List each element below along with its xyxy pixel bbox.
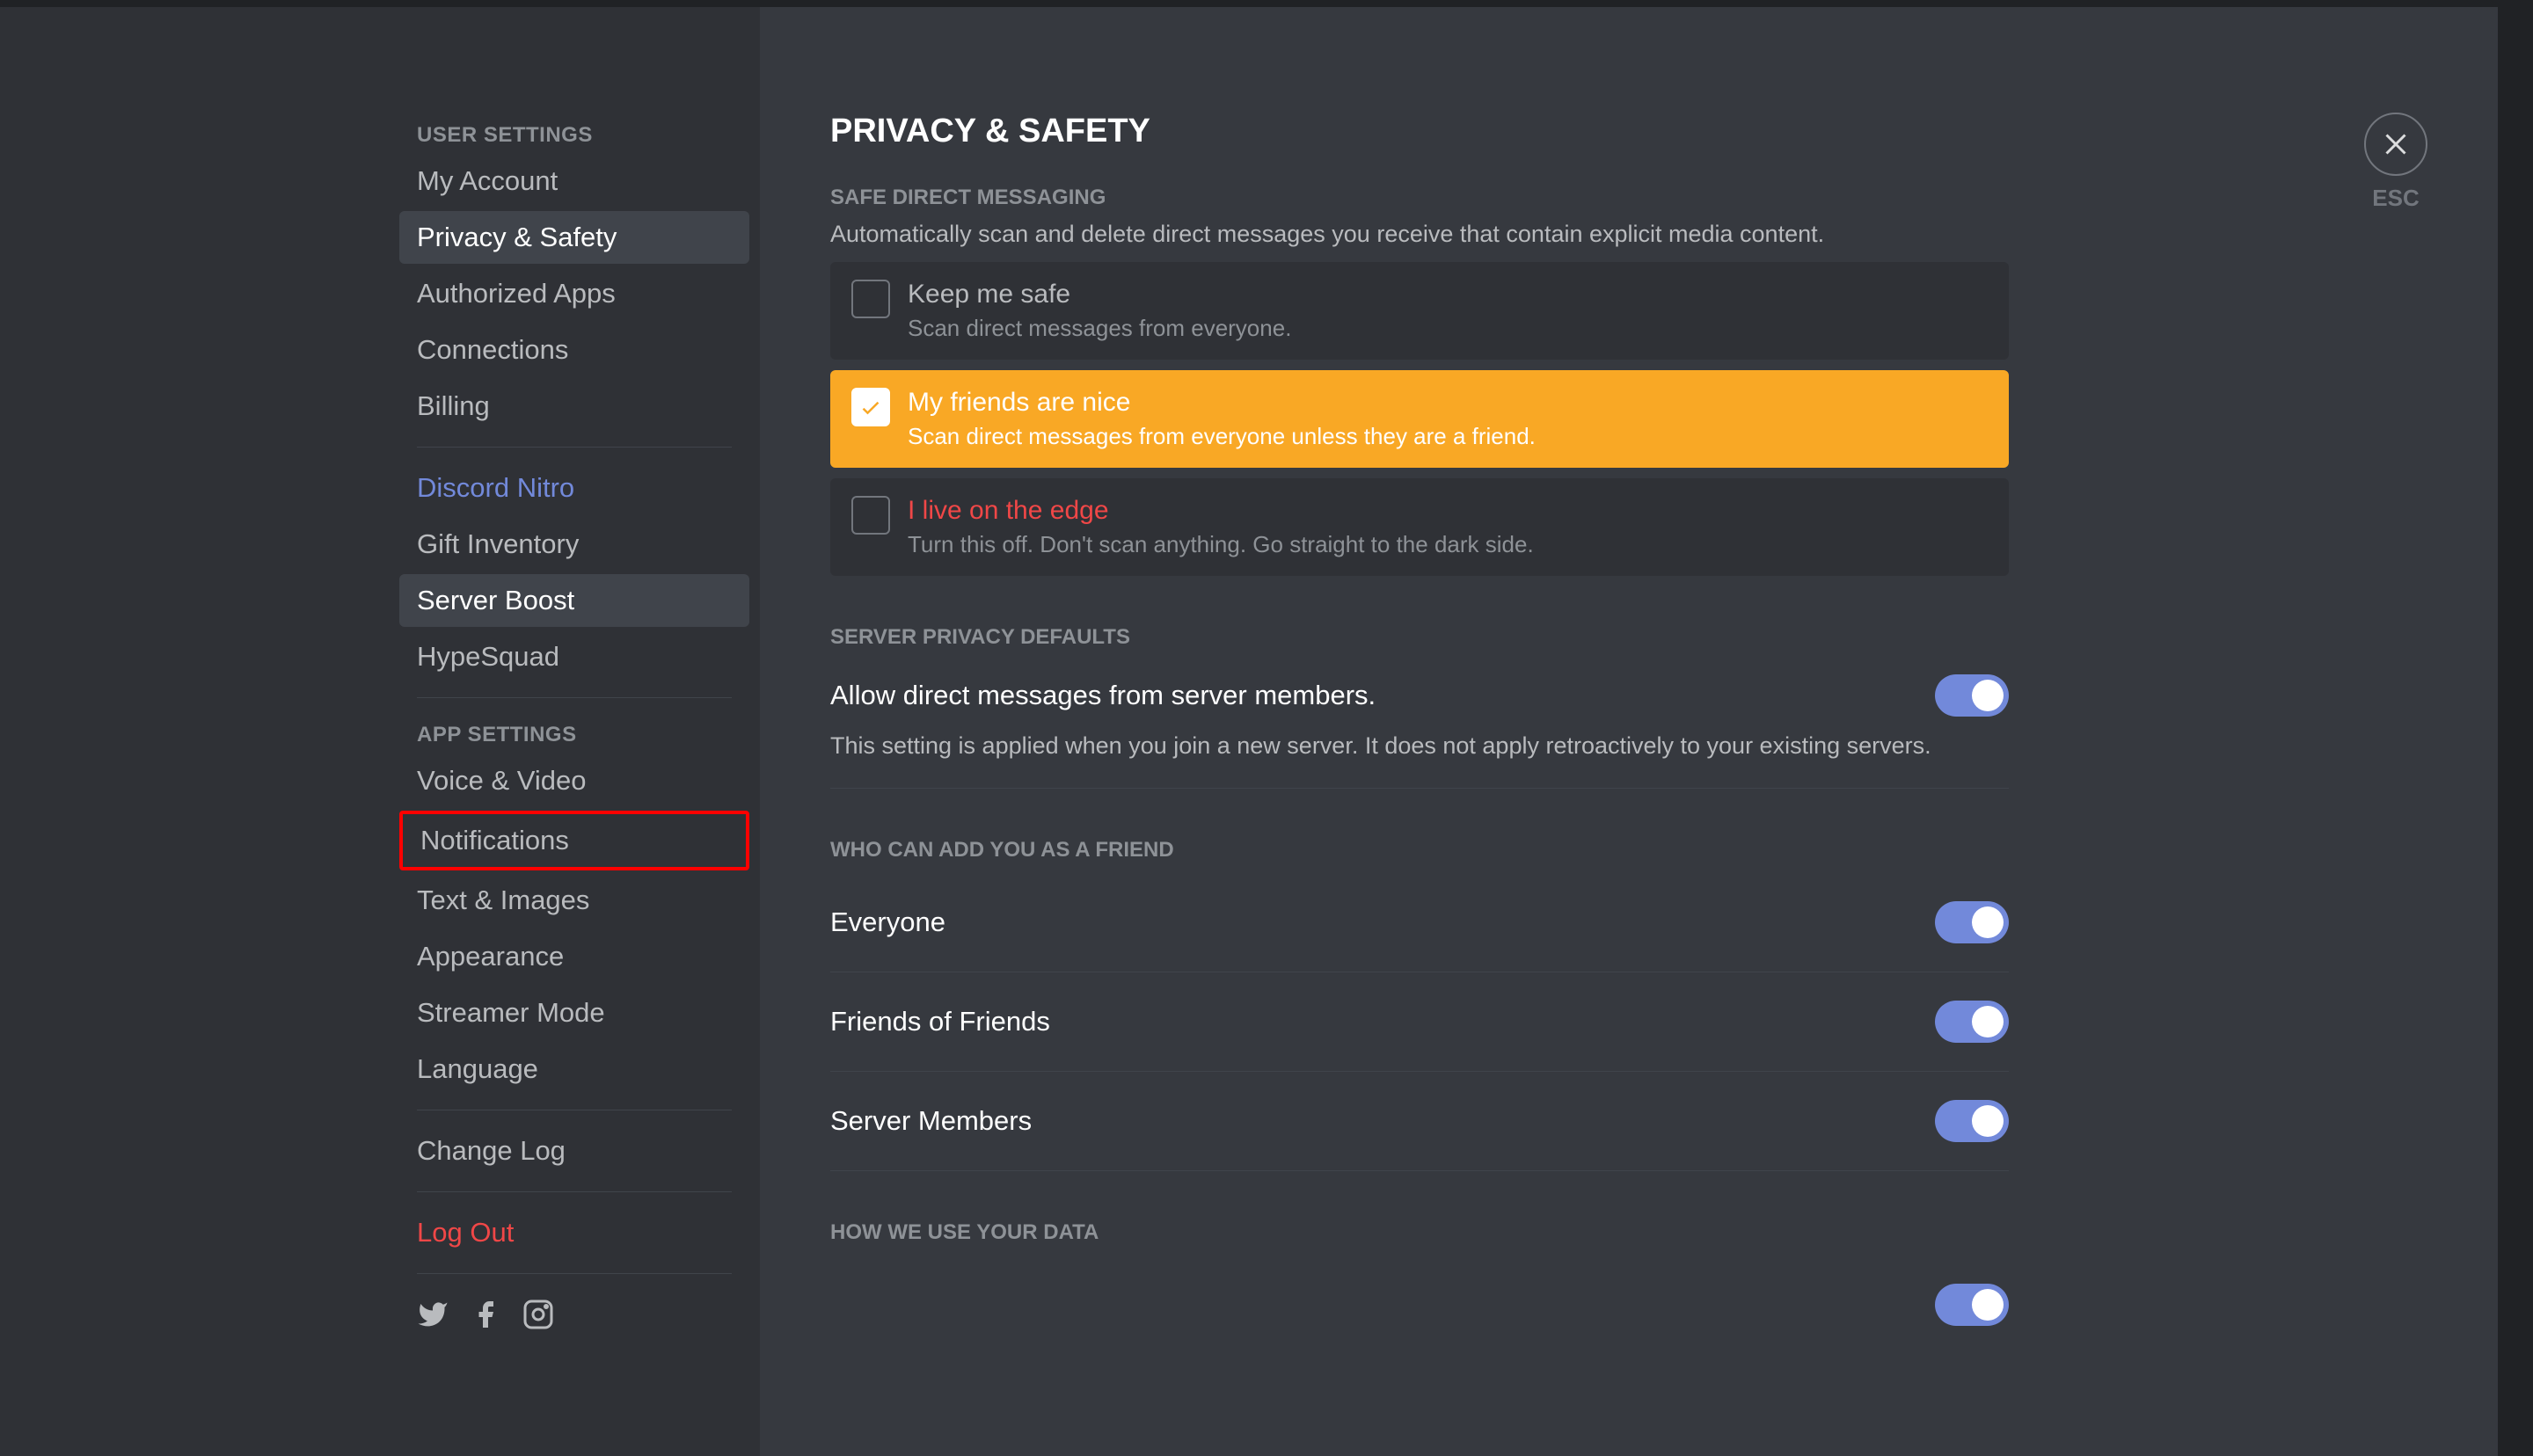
friend-add-header: Who Can Add You As A Friend — [830, 838, 2009, 863]
divider — [417, 1191, 732, 1192]
divider — [417, 697, 732, 698]
allow-dm-toggle[interactable] — [1935, 674, 2009, 717]
sidebar-item-my-account[interactable]: My Account — [399, 155, 749, 207]
close-button[interactable]: ESC — [2364, 113, 2427, 212]
page-title: Privacy & Safety — [830, 113, 2009, 150]
toggle-everyone[interactable] — [1935, 901, 2009, 943]
radio-title: My friends are nice — [908, 388, 1988, 418]
sidebar-item-hypesquad[interactable]: HypeSquad — [399, 630, 749, 683]
radio-desc: Turn this off. Don't scan anything. Go s… — [908, 531, 1988, 558]
close-label: ESC — [2372, 185, 2419, 212]
radio-title: I live on the edge — [908, 496, 1988, 526]
toggle-server-members[interactable] — [1935, 1100, 2009, 1142]
sidebar-item-streamer-mode[interactable]: Streamer Mode — [399, 986, 749, 1039]
facebook-icon[interactable] — [470, 1299, 501, 1330]
sidebar-item-appearance[interactable]: Appearance — [399, 930, 749, 983]
sidebar-item-privacy-safety[interactable]: Privacy & Safety — [399, 211, 749, 264]
allow-dm-label: Allow direct messages from server member… — [830, 680, 1376, 711]
close-icon — [2380, 128, 2412, 160]
instagram-icon[interactable] — [522, 1299, 554, 1330]
sidebar-item-voice-video[interactable]: Voice & Video — [399, 754, 749, 807]
app-settings-header: App Settings — [399, 712, 749, 754]
data-usage-header: How We Use Your Data — [830, 1220, 2009, 1245]
toggle-label-friends-of-friends: Friends of Friends — [830, 1006, 1050, 1037]
sidebar-item-server-boost[interactable]: Server Boost — [399, 574, 749, 627]
settings-sidebar: User Settings My Account Privacy & Safet… — [399, 113, 749, 1456]
sidebar-item-connections[interactable]: Connections — [399, 324, 749, 376]
safe-dm-header: Safe Direct Messaging — [830, 186, 2009, 210]
radio-desc: Scan direct messages from everyone. — [908, 315, 1988, 342]
sidebar-item-notifications[interactable]: Notifications — [399, 811, 749, 870]
sidebar-item-language[interactable]: Language — [399, 1043, 749, 1096]
server-privacy-header: Server Privacy Defaults — [830, 625, 2009, 650]
sidebar-item-change-log[interactable]: Change Log — [399, 1125, 749, 1177]
toggle-label-everyone: Everyone — [830, 906, 945, 938]
sidebar-item-gift-inventory[interactable]: Gift Inventory — [399, 518, 749, 571]
toggle-label-server-members: Server Members — [830, 1105, 1032, 1137]
radio-title: Keep me safe — [908, 280, 1988, 309]
toggle-data-usage[interactable] — [1935, 1284, 2009, 1326]
checkbox-icon — [851, 280, 890, 318]
sidebar-item-authorized-apps[interactable]: Authorized Apps — [399, 267, 749, 320]
sidebar-item-discord-nitro[interactable]: Discord Nitro — [399, 462, 749, 514]
allow-dm-desc: This setting is applied when you join a … — [830, 732, 2009, 788]
sidebar-item-log-out[interactable]: Log Out — [399, 1206, 749, 1259]
radio-live-on-edge[interactable]: I live on the edge Turn this off. Don't … — [830, 478, 2009, 576]
checkbox-icon — [851, 496, 890, 535]
safe-dm-radio-group: Keep me safe Scan direct messages from e… — [830, 262, 2009, 576]
user-settings-header: User Settings — [399, 113, 749, 155]
safe-dm-desc: Automatically scan and delete direct mes… — [830, 221, 2009, 248]
toggle-friends-of-friends[interactable] — [1935, 1001, 2009, 1043]
radio-friends-are-nice[interactable]: My friends are nice Scan direct messages… — [830, 370, 2009, 468]
radio-keep-me-safe[interactable]: Keep me safe Scan direct messages from e… — [830, 262, 2009, 360]
sidebar-item-text-images[interactable]: Text & Images — [399, 874, 749, 927]
checkbox-icon — [851, 388, 890, 426]
radio-desc: Scan direct messages from everyone unles… — [908, 423, 1988, 450]
sidebar-item-billing[interactable]: Billing — [399, 380, 749, 433]
divider — [417, 1273, 732, 1274]
divider — [417, 447, 732, 448]
twitter-icon[interactable] — [417, 1299, 449, 1330]
